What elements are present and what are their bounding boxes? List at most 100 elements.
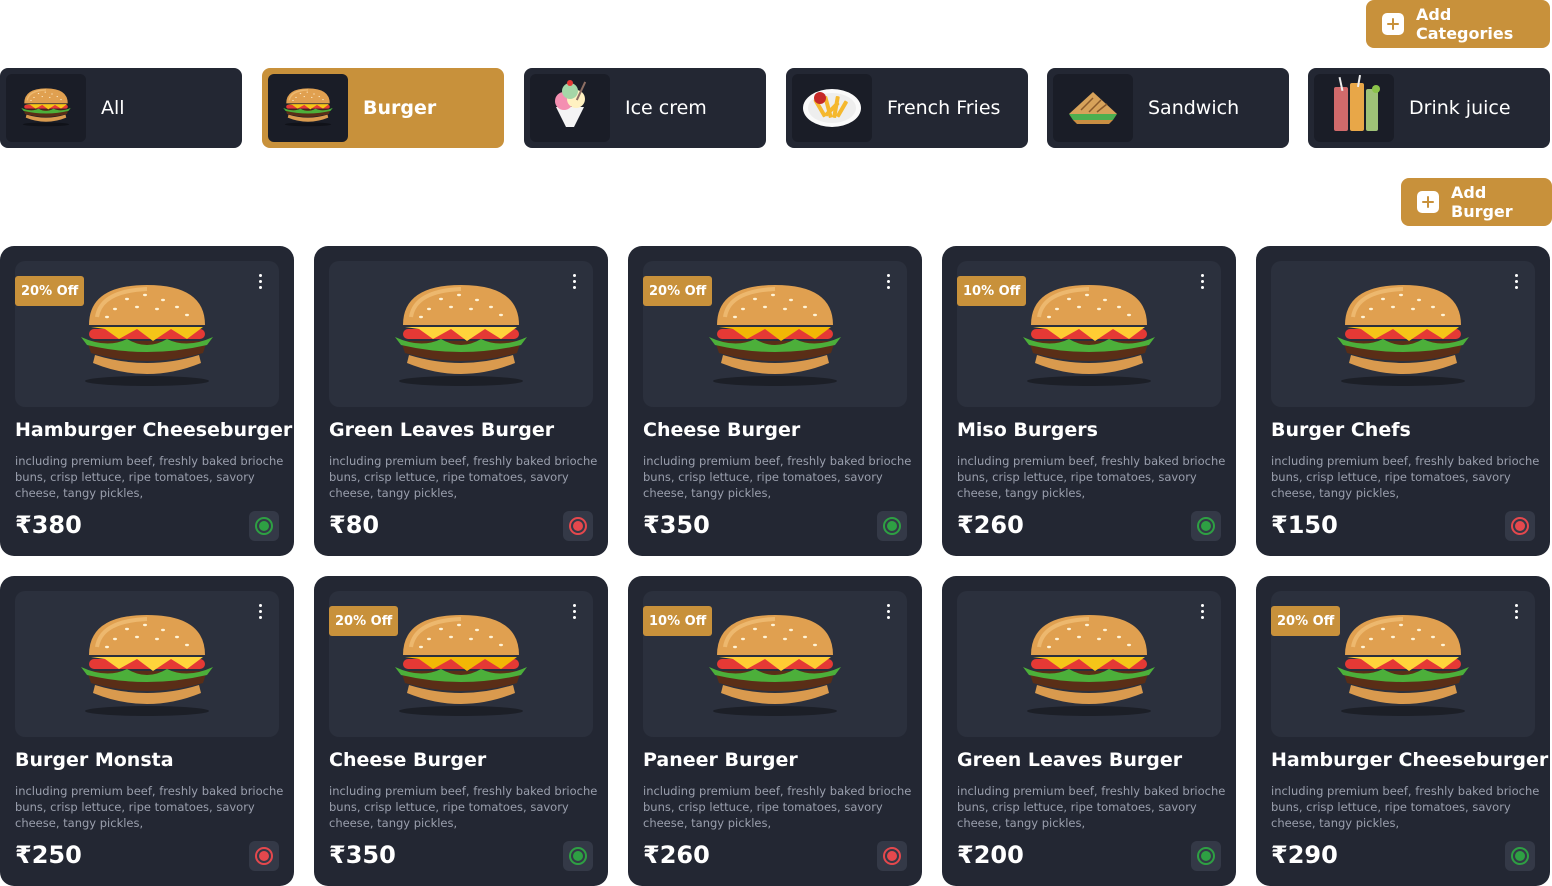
product-name: Green Leaves Burger [957,749,1183,771]
more-options-icon[interactable] [253,601,267,621]
discount-badge: 20% Off [329,606,399,636]
product-price: ₹380 [15,511,82,539]
availability-toggle[interactable] [1191,511,1221,541]
product-image [15,591,279,737]
more-options-icon[interactable] [881,601,895,621]
product-card[interactable]: Green Leaves Burger including premium be… [314,246,608,556]
plus-icon [1417,191,1439,213]
product-card[interactable]: 20% Off Cheese Burger including premium … [314,576,608,886]
product-card[interactable]: Burger Monsta including premium beef, fr… [0,576,294,886]
product-card[interactable]: 20% Off Hamburger Cheeseburger including… [1256,576,1550,886]
availability-toggle[interactable] [877,511,907,541]
availability-toggle[interactable] [877,841,907,871]
ice-cream-icon [540,77,600,139]
burger-icon [1009,277,1169,391]
product-name: Hamburger Cheeseburger [15,419,293,441]
availability-toggle[interactable] [249,841,279,871]
discount-badge: 20% Off [1271,606,1341,636]
availability-toggle[interactable] [1505,841,1535,871]
availability-toggle[interactable] [1191,841,1221,871]
product-card[interactable]: 20% Off Cheese Burger including premium … [628,246,922,556]
product-name: Cheese Burger [643,419,801,441]
discount-badge: 10% Off [957,276,1027,306]
category-thumbnail [1053,74,1133,142]
availability-toggle[interactable] [563,511,593,541]
product-card[interactable]: 10% Off Paneer Burger including premium … [628,576,922,886]
category-thumbnail [268,74,348,142]
discount-badge: 20% Off [15,276,85,306]
burger-icon [67,277,227,391]
category-label: Ice crem [625,97,707,119]
category-tab-burger[interactable]: Burger [262,68,504,148]
add-categories-button[interactable]: Add Categories [1366,0,1550,48]
category-thumbnail [530,74,610,142]
product-price: ₹350 [329,841,396,869]
category-thumbnail [6,74,86,142]
product-price: ₹260 [957,511,1024,539]
availability-toggle[interactable] [1505,511,1535,541]
french-fries-icon [800,82,864,134]
product-price: ₹350 [643,511,710,539]
product-name: Cheese Burger [329,749,487,771]
product-description: including premium beef, freshly baked br… [957,454,1226,500]
category-tab-french-fries[interactable]: French Fries [786,68,1028,148]
category-label: French Fries [887,97,1001,119]
product-image: 10% Off [957,261,1221,407]
product-card[interactable]: Burger Chefs including premium beef, fre… [1256,246,1550,556]
product-image: 20% Off [643,261,907,407]
product-price: ₹250 [15,841,82,869]
product-description: including premium beef, freshly baked br… [1271,454,1540,500]
product-card[interactable]: 10% Off Miso Burgers including premium b… [942,246,1236,556]
product-description: including premium beef, freshly baked br… [957,784,1226,830]
product-image [1271,261,1535,407]
product-description: including premium beef, freshly baked br… [15,784,284,830]
product-card[interactable]: 20% Off Hamburger Cheeseburger including… [0,246,294,556]
category-tab-all[interactable]: All [0,68,242,148]
more-options-icon[interactable] [1195,271,1209,291]
product-card[interactable]: Green Leaves Burger including premium be… [942,576,1236,886]
burger-icon [1323,607,1483,721]
burger-icon [16,82,76,134]
category-label: All [101,97,125,119]
status-dot-icon [255,847,273,865]
burger-icon [1323,277,1483,391]
category-label: Drink juice [1409,97,1511,119]
burger-icon [695,607,855,721]
category-thumbnail [792,74,872,142]
product-image: 10% Off [643,591,907,737]
product-price: ₹200 [957,841,1024,869]
product-price: ₹260 [643,841,710,869]
category-tab-sandwich[interactable]: Sandwich [1047,68,1289,148]
product-description: including premium beef, freshly baked br… [1271,784,1540,830]
more-options-icon[interactable] [567,271,581,291]
more-options-icon[interactable] [567,601,581,621]
availability-toggle[interactable] [563,841,593,871]
juice-icon [1324,74,1384,141]
discount-badge: 10% Off [643,606,713,636]
more-options-icon[interactable] [881,271,895,291]
more-options-icon[interactable] [1195,601,1209,621]
product-name: Burger Chefs [1271,419,1411,441]
product-name: Paneer Burger [643,749,798,771]
product-description: including premium beef, freshly baked br… [643,784,912,830]
category-tab-drink-juice[interactable]: Drink juice [1308,68,1550,148]
availability-toggle[interactable] [249,511,279,541]
burger-icon [1009,607,1169,721]
product-name: Green Leaves Burger [329,419,555,441]
burger-icon [381,607,541,721]
category-label: Sandwich [1148,97,1240,119]
product-price: ₹80 [329,511,380,539]
product-description: including premium beef, freshly baked br… [15,454,284,500]
category-tab-ice-crem[interactable]: Ice crem [524,68,766,148]
more-options-icon[interactable] [253,271,267,291]
product-image [329,261,593,407]
product-name: Burger Monsta [15,749,174,771]
product-description: including premium beef, freshly baked br… [643,454,912,500]
category-label: Burger [363,97,437,119]
product-price: ₹290 [1271,841,1338,869]
add-burger-button[interactable]: Add Burger [1401,178,1552,226]
status-dot-icon [1197,847,1215,865]
product-description: including premium beef, freshly baked br… [329,784,598,830]
more-options-icon[interactable] [1509,271,1523,291]
more-options-icon[interactable] [1509,601,1523,621]
